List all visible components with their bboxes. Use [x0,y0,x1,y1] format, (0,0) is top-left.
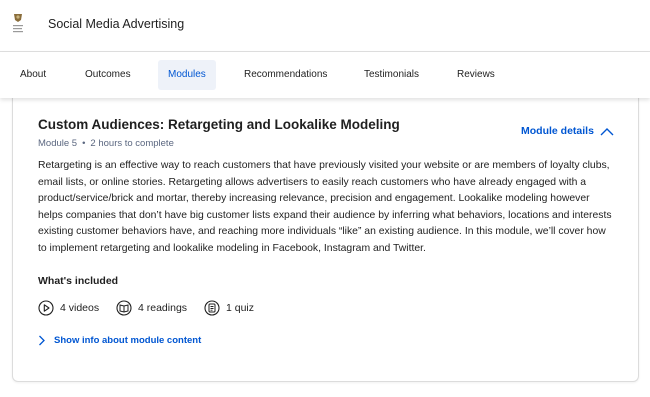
module-duration: 2 hours to complete [90,138,174,149]
tab-testimonials[interactable]: Testimonials [354,60,429,90]
course-title[interactable]: Social Media Advertising [48,17,184,31]
tab-recommendations[interactable]: Recommendations [234,60,337,90]
course-header: Social Media Advertising [0,0,650,52]
book-icon [116,300,132,316]
videos-label: 4 videos [60,302,100,314]
readings-label: 4 readings [138,302,188,314]
module-details-label: Module details [521,125,594,137]
included-heading: What's included [38,275,119,287]
university-logo [13,14,23,33]
show-info-label: Show info about module content [54,335,202,346]
module-description: Retargeting is an effective way to reach… [38,160,612,254]
chevron-right-icon [39,335,45,346]
play-circle-icon [38,300,54,316]
quiz-icon [204,300,220,316]
chevron-up-icon [600,127,614,135]
module-title: Custom Audiences: Retargeting and Lookal… [38,117,400,132]
quiz-count: 1 quiz [204,300,254,316]
section-nav: About Outcomes Modules Recommendations T… [0,52,650,98]
tab-outcomes[interactable]: Outcomes [75,60,141,90]
module-meta: Module 5 • 2 hours to complete [38,138,174,149]
quiz-label: 1 quiz [226,302,255,314]
module-number: Module 5 [38,138,78,149]
tab-reviews[interactable]: Reviews [447,60,505,90]
meta-separator: • [82,138,86,149]
show-module-info-link[interactable]: Show info about module content [38,335,201,346]
tab-modules[interactable]: Modules [158,60,216,90]
readings-count: 4 readings [116,300,187,316]
videos-count: 4 videos [38,300,99,316]
module-details-toggle[interactable]: Module details [521,125,614,137]
tab-about[interactable]: About [10,60,56,90]
